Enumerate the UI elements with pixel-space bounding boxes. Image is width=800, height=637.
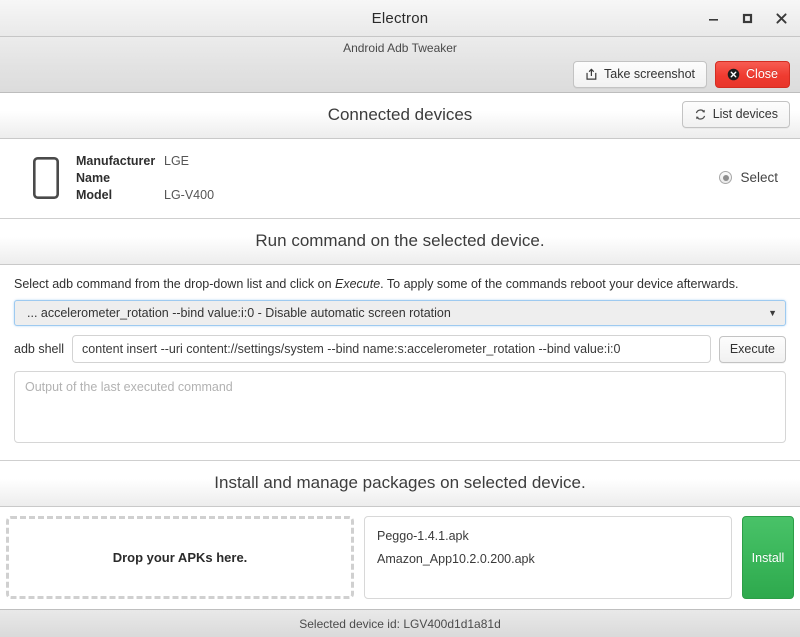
command-select-wrap: ... accelerometer_rotation --bind value:… [8, 300, 792, 326]
maximize-icon[interactable] [737, 8, 757, 28]
minimize-icon[interactable] [703, 8, 723, 28]
device-select-label: Select [740, 170, 778, 185]
install-label: Install [751, 550, 785, 565]
take-screenshot-label: Take screenshot [604, 67, 696, 82]
install-button[interactable]: Install [742, 516, 794, 599]
manufacturer-label: Manufacturer [76, 153, 156, 168]
apk-dropzone-label: Drop your APKs here. [112, 550, 248, 565]
manufacturer-value: LGE [164, 153, 190, 168]
adb-command-select[interactable]: ... accelerometer_rotation --bind value:… [14, 300, 786, 326]
command-hint-part2: . To apply some of the commands reboot y… [380, 277, 739, 291]
list-devices-label: List devices [712, 107, 778, 122]
command-hint-emphasis: Execute [335, 277, 381, 291]
packages-row: Drop your APKs here. Peggo-1.4.1.apk Ama… [0, 507, 800, 609]
status-bar: Selected device id: LGV400d1d1a81d [0, 609, 800, 637]
list-devices-action: List devices [681, 101, 790, 128]
app-subtitle: Android Adb Tweaker [343, 41, 457, 55]
app-actions: Take screenshot Close [573, 61, 790, 88]
close-app-button[interactable]: Close [715, 61, 790, 88]
output-wrap [8, 363, 792, 450]
status-bar-text: Selected device id: LGV400d1d1a81d [299, 616, 501, 631]
list-devices-button[interactable]: List devices [681, 101, 790, 128]
run-command-header: Run command on the selected device. [0, 219, 800, 265]
title-bar: Electron [0, 0, 800, 37]
device-select-control[interactable]: Select [719, 170, 786, 185]
app-subbar: Android Adb Tweaker Take screenshot Clos… [0, 37, 800, 93]
window-title: Electron [371, 9, 429, 27]
device-row[interactable]: Manufacturer LGE Name Model LG-V400 Sele… [0, 139, 800, 219]
model-value: LG-V400 [164, 187, 215, 202]
model-label: Model [76, 187, 113, 202]
apk-dropzone[interactable]: Drop your APKs here. [6, 516, 354, 599]
share-export-icon [585, 68, 598, 81]
adb-shell-input[interactable] [72, 335, 711, 363]
shell-row: adb shell Execute [8, 326, 792, 363]
command-block: Select adb command from the drop-down li… [0, 265, 800, 461]
execute-button[interactable]: Execute [718, 335, 786, 363]
smartphone-icon [20, 156, 72, 199]
device-select-radio[interactable] [719, 171, 733, 184]
connected-devices-header: Connected devices List devices [0, 93, 800, 139]
adb-shell-label: adb shell [14, 342, 65, 356]
list-item[interactable]: Amazon_App10.2.0.200.apk [377, 550, 719, 573]
run-command-title: Run command on the selected device. [255, 231, 545, 250]
connected-devices-title: Connected devices [327, 105, 473, 124]
name-value [164, 171, 214, 185]
packages-header: Install and manage packages on selected … [0, 461, 800, 507]
close-circle-icon [727, 68, 740, 81]
apk-list[interactable]: Peggo-1.4.1.apk Amazon_App10.2.0.200.apk [364, 516, 732, 599]
name-label: Name [76, 170, 111, 185]
command-hint-part1: Select adb command from the drop-down li… [14, 277, 335, 291]
command-output-textarea[interactable] [14, 371, 786, 443]
take-screenshot-button[interactable]: Take screenshot [573, 61, 708, 88]
close-icon[interactable] [771, 8, 791, 28]
execute-label: Execute [729, 341, 775, 356]
app-window: Electron Android Adb Tweaker Take screen… [0, 0, 800, 637]
device-properties: Manufacturer LGE Name Model LG-V400 [76, 154, 214, 202]
refresh-icon [694, 108, 707, 121]
command-hint: Select adb command from the drop-down li… [8, 275, 792, 300]
close-app-label: Close [746, 67, 778, 82]
list-item[interactable]: Peggo-1.4.1.apk [377, 527, 719, 550]
packages-title: Install and manage packages on selected … [214, 473, 586, 492]
window-controls [703, 8, 800, 28]
